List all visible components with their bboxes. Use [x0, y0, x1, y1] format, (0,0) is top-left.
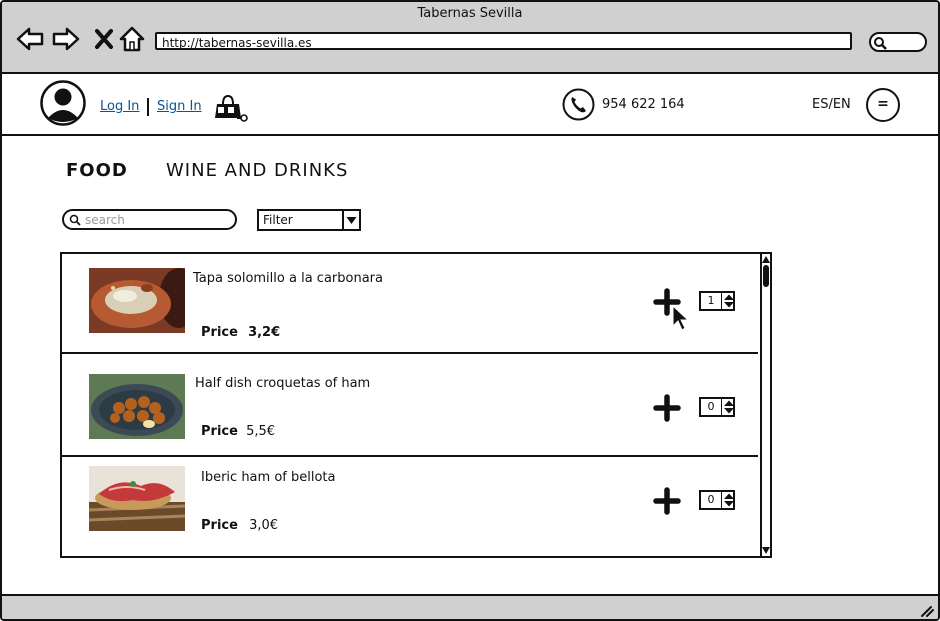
resize-grip-icon[interactable]	[920, 605, 934, 617]
search-box[interactable]	[62, 209, 237, 230]
quantity-value: 1	[707, 294, 715, 307]
plus-icon[interactable]	[653, 487, 681, 515]
spinner-arrows-icon[interactable]	[721, 293, 736, 309]
forward-icon[interactable]	[52, 26, 80, 52]
site-header: Log In Sign In 954 622 164 ES/EN =	[2, 74, 938, 136]
phone-number: 954 622 164	[602, 97, 685, 112]
price-value: 3,2€	[248, 325, 281, 340]
croquetas-photo	[89, 374, 185, 439]
ham-photo	[89, 466, 185, 531]
stop-icon[interactable]	[90, 26, 118, 52]
spinner-arrows-icon[interactable]	[721, 399, 736, 415]
home-icon[interactable]	[118, 26, 146, 52]
item-price: Price 5,5€	[201, 424, 275, 439]
filter-label: Filter	[263, 213, 293, 227]
price-value: 5,5€	[246, 424, 276, 439]
back-icon[interactable]	[16, 26, 44, 52]
item-name: Iberic ham of bellota	[201, 470, 336, 485]
phone-icon	[562, 88, 595, 121]
dish-photo	[89, 268, 185, 333]
login-link[interactable]: Log In	[100, 99, 139, 114]
divider	[147, 98, 149, 116]
user-avatar-icon[interactable]	[40, 80, 86, 126]
scroll-up-icon[interactable]	[762, 255, 770, 264]
plus-icon[interactable]	[653, 394, 681, 422]
shopping-bag-icon[interactable]	[215, 94, 249, 122]
address-bar[interactable]: http://tabernas-sevilla.es	[155, 32, 852, 50]
item-price: Price 3,0€	[201, 518, 278, 533]
tab-wine-and-drinks[interactable]: WINE AND DRINKS	[166, 160, 348, 181]
quantity-stepper[interactable]: 0	[699, 397, 735, 417]
item-price: Price 3,2€	[201, 325, 280, 340]
price-label: Price	[201, 325, 238, 340]
quantity-value: 0	[707, 400, 715, 413]
list-item: Tapa solomillo a la carbonara Price 3,2€…	[62, 254, 758, 354]
price-label: Price	[201, 424, 238, 439]
quantity-value: 0	[707, 493, 715, 506]
quantity-stepper[interactable]: 0	[699, 490, 735, 510]
signin-link[interactable]: Sign In	[157, 99, 202, 114]
search-icon	[874, 37, 887, 50]
browser-search-box[interactable]	[869, 32, 927, 52]
filter-dropdown[interactable]: Filter	[257, 209, 361, 231]
chevron-down-icon	[342, 211, 357, 229]
item-name: Tapa solomillo a la carbonara	[193, 271, 383, 286]
search-icon	[69, 214, 81, 226]
cursor-icon	[672, 304, 690, 331]
tab-food[interactable]: FOOD	[66, 160, 128, 181]
search-input[interactable]	[83, 212, 232, 228]
browser-window: Tabernas Sevilla http://tabernas-sevilla…	[0, 0, 940, 621]
menu-button[interactable]: =	[866, 88, 900, 122]
product-list: Tapa solomillo a la carbonara Price 3,2€…	[60, 252, 772, 558]
scrollbar-thumb[interactable]	[763, 265, 769, 287]
window-title: Tabernas Sevilla	[417, 6, 523, 21]
quantity-stepper[interactable]: 1	[699, 291, 735, 311]
price-value: 3,0€	[249, 518, 279, 533]
price-label: Price	[201, 518, 238, 533]
language-switch[interactable]: ES/EN	[812, 97, 851, 112]
item-name: Half dish croquetas of ham	[195, 376, 371, 391]
status-bar	[2, 594, 938, 619]
spinner-arrows-icon[interactable]	[721, 492, 736, 508]
list-scrollbar[interactable]	[760, 254, 770, 556]
browser-chrome: Tabernas Sevilla http://tabernas-sevilla…	[2, 2, 938, 74]
scroll-down-icon[interactable]	[762, 546, 770, 555]
list-item: Half dish croquetas of ham Price 5,5€ 0	[62, 354, 758, 457]
list-item: Iberic ham of bellota Price 3,0€ 0	[62, 457, 758, 556]
